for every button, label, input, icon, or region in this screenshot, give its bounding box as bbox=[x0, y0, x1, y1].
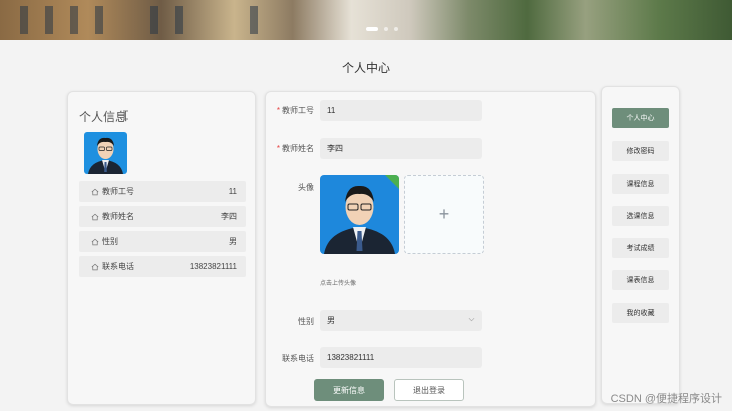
nav-item-profile[interactable]: 个人中心 bbox=[612, 108, 669, 128]
info-label: 联系电话 bbox=[102, 262, 134, 271]
chevron-down-icon bbox=[468, 317, 475, 322]
phone-label: 联系电话 bbox=[282, 354, 314, 363]
gender-select[interactable]: 男 bbox=[320, 310, 482, 331]
required-mark: * bbox=[276, 106, 280, 115]
logout-button[interactable]: 退出登录 bbox=[394, 379, 464, 401]
banner-decoration bbox=[175, 6, 183, 34]
info-row-teacher-name: 教师姓名 李四 bbox=[79, 206, 246, 227]
upload-success-icon bbox=[385, 175, 399, 189]
avatar-label: 头像 bbox=[298, 183, 314, 192]
gender-select-value: 男 bbox=[327, 316, 335, 325]
nav-item-exam-scores[interactable]: 考试成绩 bbox=[612, 238, 669, 258]
avatar-upload-button[interactable]: + bbox=[404, 175, 484, 254]
carousel-indicators bbox=[366, 27, 398, 31]
teacher-name-label: * 教师姓名 bbox=[276, 144, 314, 153]
required-mark: * bbox=[276, 144, 280, 153]
phone-input[interactable]: 13823821111 bbox=[320, 347, 482, 368]
gender-label: 性别 bbox=[298, 317, 314, 326]
nav-item-course-selection[interactable]: 选课信息 bbox=[612, 206, 669, 226]
home-icon bbox=[91, 213, 99, 220]
text-cursor-icon bbox=[123, 110, 128, 120]
avatar bbox=[84, 132, 127, 174]
carousel-dot[interactable] bbox=[384, 27, 388, 31]
personal-info-card: 个人信息 教师工号 11 教师姓名 李四 性别 男 联系电话 138238211… bbox=[67, 91, 256, 405]
avatar-upload-hint: 点击上传头像 bbox=[320, 281, 357, 287]
home-icon bbox=[91, 263, 99, 270]
banner-decoration bbox=[20, 6, 28, 34]
banner-decoration bbox=[250, 6, 258, 34]
page-title: 个人中心 bbox=[341, 61, 390, 75]
nav-item-favorites[interactable]: 我的收藏 bbox=[612, 303, 669, 323]
banner-decoration bbox=[70, 6, 78, 34]
home-icon bbox=[91, 238, 99, 245]
info-value: 李四 bbox=[221, 212, 237, 221]
info-value: 11 bbox=[228, 187, 237, 196]
info-label: 性别 bbox=[102, 237, 118, 246]
info-row-gender: 性别 男 bbox=[79, 231, 246, 252]
banner-carousel[interactable] bbox=[0, 0, 732, 40]
banner-decoration bbox=[95, 6, 103, 34]
info-label: 教师工号 bbox=[102, 187, 134, 196]
info-row-teacher-id: 教师工号 11 bbox=[79, 181, 246, 202]
nav-item-timetable[interactable]: 课表信息 bbox=[612, 270, 669, 290]
carousel-dot[interactable] bbox=[394, 27, 398, 31]
info-card-title: 个人信息 bbox=[79, 110, 128, 124]
info-row-phone: 联系电话 13823821111 bbox=[79, 256, 246, 277]
nav-item-courses[interactable]: 课程信息 bbox=[612, 174, 669, 194]
watermark: CSDN @便捷程序设计 bbox=[610, 393, 722, 405]
update-info-button[interactable]: 更新信息 bbox=[314, 379, 384, 401]
banner-decoration bbox=[45, 6, 53, 34]
home-icon bbox=[91, 188, 99, 195]
banner-decoration bbox=[150, 6, 158, 34]
nav-item-change-password[interactable]: 修改密码 bbox=[612, 141, 669, 161]
info-value: 男 bbox=[229, 237, 237, 246]
carousel-dot[interactable] bbox=[366, 27, 378, 31]
profile-form: * 教师工号 11 * 教师姓名 李四 头像 + 点击上传头像 性别 男 联系电话 … bbox=[265, 91, 596, 407]
avatar-preview[interactable] bbox=[320, 175, 399, 254]
teacher-name-input[interactable]: 李四 bbox=[320, 138, 482, 159]
teacher-id-input[interactable]: 11 bbox=[320, 100, 482, 121]
info-label: 教师姓名 bbox=[102, 212, 134, 221]
teacher-id-label: * 教师工号 bbox=[276, 106, 314, 115]
info-value: 13823821111 bbox=[189, 262, 237, 271]
side-nav: 个人中心 修改密码 课程信息 选课信息 考试成绩 课表信息 我的收藏 bbox=[601, 86, 680, 404]
